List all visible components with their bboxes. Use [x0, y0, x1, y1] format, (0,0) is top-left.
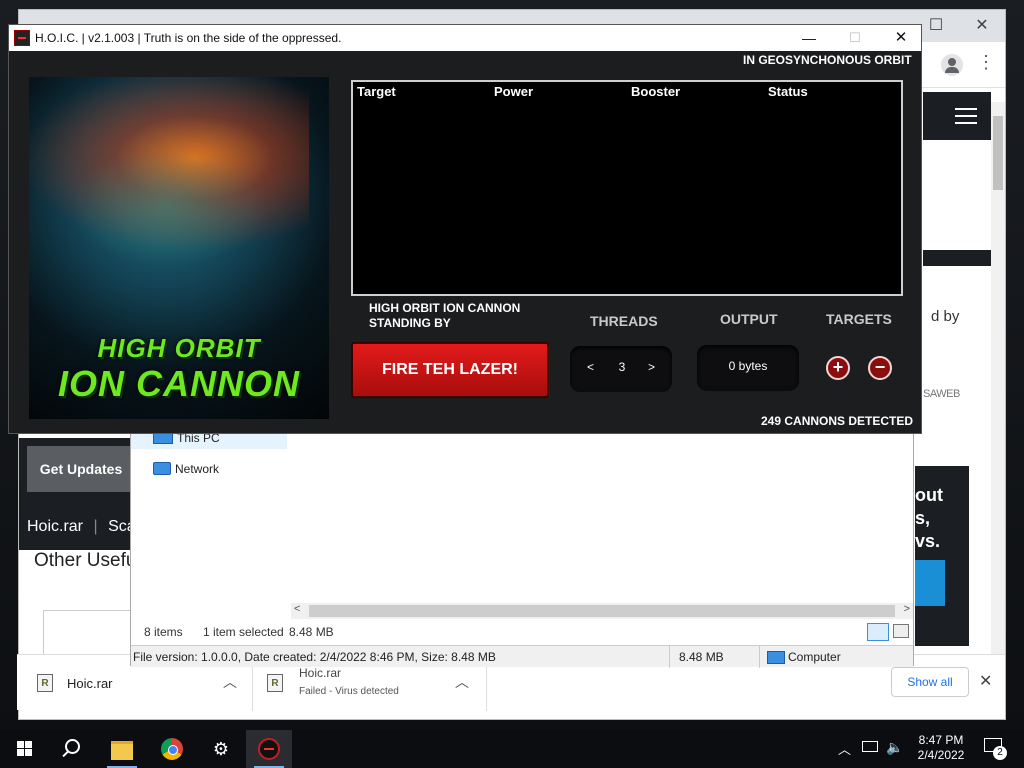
- promo-button[interactable]: [915, 560, 945, 606]
- cannon-status-line1: HIGH ORBIT ION CANNON: [369, 301, 521, 315]
- earth-continents: [69, 147, 269, 267]
- column-header-target: Target: [357, 84, 396, 99]
- download-status: Failed - Virus detected: [299, 686, 399, 697]
- nav-item-label: Network: [175, 462, 220, 476]
- network-status-icon[interactable]: [862, 741, 878, 752]
- remove-target-button[interactable]: −: [868, 356, 892, 380]
- file-size-text: 8.48 MB: [679, 650, 724, 664]
- right-panel-text: d by: [931, 308, 960, 325]
- file-details-bar: File version: 1.0.0.0, Date created: 2/4…: [131, 645, 913, 668]
- hoic-poster-image: HIGH ORBIT ION CANNON: [29, 77, 329, 419]
- output-value: 0 bytes: [697, 345, 799, 391]
- file-explorer-window: This PC Network < > 8 items 1 item selec…: [130, 428, 914, 668]
- chrome-icon[interactable]: [149, 730, 195, 768]
- other-useful-heading: Other Usefu: [34, 550, 137, 571]
- hoic-window: H.O.I.C. | v2.1.003 | Truth is on the si…: [8, 24, 922, 434]
- computer-icon: [767, 651, 785, 664]
- column-header-booster: Booster: [631, 84, 681, 99]
- details-view-icon[interactable]: [867, 623, 889, 641]
- rar-file-icon: R: [267, 674, 283, 692]
- scroll-left-icon[interactable]: <: [294, 603, 300, 615]
- breadcrumb: Hoic.rar | Sca: [19, 504, 134, 550]
- taskbar: ⚙ ︿ 🔈 8:47 PM 2/4/2022 2: [0, 730, 1024, 768]
- maximize-icon: ☐: [849, 30, 861, 45]
- location-text: Computer: [788, 650, 841, 664]
- network-icon: [153, 462, 171, 475]
- site-divider: [923, 250, 991, 266]
- add-target-button[interactable]: +: [826, 356, 850, 380]
- get-updates-button[interactable]: Get Updates: [27, 446, 135, 492]
- threads-stepper: < 3 >: [570, 346, 672, 392]
- breadcrumb-file[interactable]: Hoic.rar: [27, 518, 83, 535]
- cannon-status: HIGH ORBIT ION CANNON STANDING BY: [369, 301, 520, 331]
- hamburger-menu-icon[interactable]: [955, 108, 977, 110]
- hoic-titlebar: H.O.I.C. | v2.1.003 | Truth is on the si…: [9, 25, 921, 51]
- column-header-status: Status: [768, 84, 808, 99]
- system-clock[interactable]: 8:47 PM 2/4/2022: [916, 733, 966, 763]
- nav-item-network[interactable]: Network: [131, 459, 287, 479]
- search-icon[interactable]: [48, 730, 94, 768]
- promo-line: vs.: [915, 531, 941, 551]
- threads-decrease-button[interactable]: <: [587, 360, 594, 374]
- notification-badge: 2: [993, 746, 1007, 760]
- window-title: H.O.I.C. | v2.1.003 | Truth is on the si…: [35, 31, 342, 45]
- file-info-text: File version: 1.0.0.0, Date created: 2/4…: [133, 650, 496, 664]
- settings-icon[interactable]: ⚙: [198, 730, 244, 768]
- large-icons-view-icon[interactable]: [893, 624, 909, 638]
- threads-value: 3: [618, 360, 626, 374]
- promo-panel: out s, vs.: [915, 466, 969, 646]
- close-icon[interactable]: ✕: [889, 25, 913, 51]
- clock-time: 8:47 PM: [918, 733, 964, 747]
- targets-label: TARGETS: [826, 311, 892, 327]
- items-count: 8 items: [144, 625, 183, 639]
- horizontal-scrollbar[interactable]: < >: [291, 603, 913, 619]
- orbit-status: IN GEOSYNCHONOUS ORBIT: [743, 53, 912, 67]
- horizontal-scroll-thumb[interactable]: [309, 605, 895, 617]
- file-explorer-icon[interactable]: [99, 730, 145, 768]
- promo-line: s,: [915, 508, 931, 528]
- explorer-nav-pane: This PC Network: [131, 429, 289, 619]
- browser-close-icon[interactable]: ✕: [959, 10, 1005, 42]
- cannon-status-line2: STANDING BY: [369, 316, 451, 330]
- show-hidden-icons[interactable]: ︿: [838, 739, 851, 758]
- chevron-up-icon[interactable]: ︿: [455, 672, 469, 692]
- show-all-button[interactable]: Show all: [891, 667, 969, 697]
- selected-size: 8.48 MB: [289, 625, 334, 639]
- output-label: OUTPUT: [720, 311, 778, 327]
- close-downloads-icon[interactable]: ✕: [979, 671, 992, 691]
- column-header-power: Power: [494, 84, 534, 99]
- targets-table[interactable]: Target Power Booster Status: [351, 80, 903, 296]
- poster-title-line1: HIGH ORBIT: [97, 333, 261, 363]
- threads-label: THREADS: [590, 313, 658, 329]
- chevron-up-icon[interactable]: ︿: [223, 672, 237, 692]
- windows-start-icon[interactable]: [0, 730, 46, 768]
- hoic-app-icon: [14, 30, 30, 46]
- threads-increase-button[interactable]: >: [648, 360, 655, 374]
- fire-lazer-button[interactable]: FIRE TEH LAZER!: [351, 342, 549, 398]
- site-header-bar: [923, 92, 991, 140]
- selected-count: 1 item selected: [203, 625, 284, 639]
- promo-line: out: [915, 485, 943, 505]
- profile-avatar-icon[interactable]: [941, 54, 963, 76]
- browser-scrollbar[interactable]: [991, 102, 1005, 662]
- poster-title-line2: ION CANNON: [58, 363, 300, 404]
- download-filename: Hoic.rar: [67, 676, 113, 691]
- hoic-taskbar-icon[interactable]: [246, 730, 292, 768]
- download-filename: Hoic.rar: [299, 666, 342, 680]
- clock-date: 2/4/2022: [917, 748, 965, 762]
- card-placeholder: [43, 610, 133, 658]
- scroll-right-icon[interactable]: >: [904, 603, 910, 615]
- rar-file-icon: R: [37, 674, 53, 692]
- cannons-detected: 249 CANNONS DETECTED: [761, 414, 914, 428]
- browser-menu-icon[interactable]: ⋮: [977, 52, 995, 73]
- minimize-icon[interactable]: —: [797, 25, 821, 51]
- explorer-status-bar: 8 items 1 item selected 8.48 MB: [131, 619, 913, 645]
- scrollbar-thumb[interactable]: [993, 116, 1003, 190]
- volume-muted-icon[interactable]: 🔈: [886, 739, 903, 756]
- brand-logo-text: SAWEB: [923, 388, 960, 400]
